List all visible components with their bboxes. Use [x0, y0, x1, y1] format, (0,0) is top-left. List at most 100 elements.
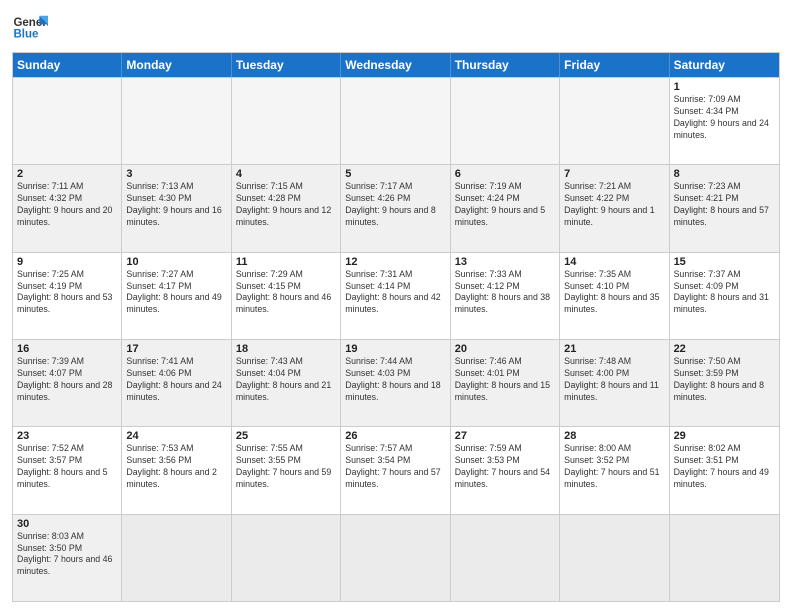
empty-cell: [122, 515, 231, 601]
day-info: Sunrise: 7:19 AM Sunset: 4:24 PM Dayligh…: [455, 181, 555, 229]
day-header-sunday: Sunday: [13, 53, 122, 77]
calendar-header: SundayMondayTuesdayWednesdayThursdayFrid…: [13, 53, 779, 77]
day-cell-11: 11Sunrise: 7:29 AM Sunset: 4:15 PM Dayli…: [232, 253, 341, 339]
day-header-monday: Monday: [122, 53, 231, 77]
day-info: Sunrise: 7:44 AM Sunset: 4:03 PM Dayligh…: [345, 356, 445, 404]
day-info: Sunrise: 7:29 AM Sunset: 4:15 PM Dayligh…: [236, 269, 336, 317]
day-cell-18: 18Sunrise: 7:43 AM Sunset: 4:04 PM Dayli…: [232, 340, 341, 426]
day-cell-14: 14Sunrise: 7:35 AM Sunset: 4:10 PM Dayli…: [560, 253, 669, 339]
empty-cell: [232, 515, 341, 601]
calendar-row-2: 9Sunrise: 7:25 AM Sunset: 4:19 PM Daylig…: [13, 252, 779, 339]
day-cell-2: 2Sunrise: 7:11 AM Sunset: 4:32 PM Daylig…: [13, 165, 122, 251]
empty-cell: [232, 78, 341, 164]
day-number: 21: [564, 343, 664, 355]
day-cell-21: 21Sunrise: 7:48 AM Sunset: 4:00 PM Dayli…: [560, 340, 669, 426]
day-cell-7: 7Sunrise: 7:21 AM Sunset: 4:22 PM Daylig…: [560, 165, 669, 251]
empty-cell: [341, 78, 450, 164]
day-number: 1: [674, 81, 775, 93]
day-info: Sunrise: 7:11 AM Sunset: 4:32 PM Dayligh…: [17, 181, 117, 229]
day-info: Sunrise: 7:48 AM Sunset: 4:00 PM Dayligh…: [564, 356, 664, 404]
day-info: Sunrise: 7:17 AM Sunset: 4:26 PM Dayligh…: [345, 181, 445, 229]
day-info: Sunrise: 7:15 AM Sunset: 4:28 PM Dayligh…: [236, 181, 336, 229]
day-number: 29: [674, 430, 775, 442]
day-info: Sunrise: 7:31 AM Sunset: 4:14 PM Dayligh…: [345, 269, 445, 317]
day-header-tuesday: Tuesday: [232, 53, 341, 77]
day-number: 9: [17, 256, 117, 268]
empty-cell: [560, 515, 669, 601]
day-cell-15: 15Sunrise: 7:37 AM Sunset: 4:09 PM Dayli…: [670, 253, 779, 339]
day-number: 4: [236, 168, 336, 180]
day-cell-19: 19Sunrise: 7:44 AM Sunset: 4:03 PM Dayli…: [341, 340, 450, 426]
empty-cell: [560, 78, 669, 164]
day-cell-22: 22Sunrise: 7:50 AM Sunset: 3:59 PM Dayli…: [670, 340, 779, 426]
day-cell-30: 30Sunrise: 8:03 AM Sunset: 3:50 PM Dayli…: [13, 515, 122, 601]
calendar-row-4: 23Sunrise: 7:52 AM Sunset: 3:57 PM Dayli…: [13, 426, 779, 513]
day-info: Sunrise: 8:00 AM Sunset: 3:52 PM Dayligh…: [564, 443, 664, 491]
calendar-row-3: 16Sunrise: 7:39 AM Sunset: 4:07 PM Dayli…: [13, 339, 779, 426]
day-number: 15: [674, 256, 775, 268]
day-number: 28: [564, 430, 664, 442]
svg-text:Blue: Blue: [13, 28, 39, 40]
day-info: Sunrise: 7:37 AM Sunset: 4:09 PM Dayligh…: [674, 269, 775, 317]
day-info: Sunrise: 7:27 AM Sunset: 4:17 PM Dayligh…: [126, 269, 226, 317]
day-info: Sunrise: 7:53 AM Sunset: 3:56 PM Dayligh…: [126, 443, 226, 491]
day-info: Sunrise: 7:55 AM Sunset: 3:55 PM Dayligh…: [236, 443, 336, 491]
day-number: 22: [674, 343, 775, 355]
day-number: 16: [17, 343, 117, 355]
day-cell-24: 24Sunrise: 7:53 AM Sunset: 3:56 PM Dayli…: [122, 427, 231, 513]
day-number: 3: [126, 168, 226, 180]
day-info: Sunrise: 7:39 AM Sunset: 4:07 PM Dayligh…: [17, 356, 117, 404]
day-cell-6: 6Sunrise: 7:19 AM Sunset: 4:24 PM Daylig…: [451, 165, 560, 251]
day-info: Sunrise: 7:50 AM Sunset: 3:59 PM Dayligh…: [674, 356, 775, 404]
day-info: Sunrise: 7:21 AM Sunset: 4:22 PM Dayligh…: [564, 181, 664, 229]
day-cell-8: 8Sunrise: 7:23 AM Sunset: 4:21 PM Daylig…: [670, 165, 779, 251]
day-cell-16: 16Sunrise: 7:39 AM Sunset: 4:07 PM Dayli…: [13, 340, 122, 426]
day-cell-20: 20Sunrise: 7:46 AM Sunset: 4:01 PM Dayli…: [451, 340, 560, 426]
day-header-saturday: Saturday: [670, 53, 779, 77]
day-cell-9: 9Sunrise: 7:25 AM Sunset: 4:19 PM Daylig…: [13, 253, 122, 339]
day-cell-28: 28Sunrise: 8:00 AM Sunset: 3:52 PM Dayli…: [560, 427, 669, 513]
empty-cell: [451, 78, 560, 164]
day-info: Sunrise: 7:59 AM Sunset: 3:53 PM Dayligh…: [455, 443, 555, 491]
day-number: 17: [126, 343, 226, 355]
day-number: 25: [236, 430, 336, 442]
day-number: 24: [126, 430, 226, 442]
day-info: Sunrise: 7:41 AM Sunset: 4:06 PM Dayligh…: [126, 356, 226, 404]
day-cell-23: 23Sunrise: 7:52 AM Sunset: 3:57 PM Dayli…: [13, 427, 122, 513]
day-info: Sunrise: 7:09 AM Sunset: 4:34 PM Dayligh…: [674, 94, 775, 142]
empty-cell: [341, 515, 450, 601]
day-cell-25: 25Sunrise: 7:55 AM Sunset: 3:55 PM Dayli…: [232, 427, 341, 513]
day-number: 10: [126, 256, 226, 268]
day-info: Sunrise: 7:52 AM Sunset: 3:57 PM Dayligh…: [17, 443, 117, 491]
day-cell-5: 5Sunrise: 7:17 AM Sunset: 4:26 PM Daylig…: [341, 165, 450, 251]
day-info: Sunrise: 7:35 AM Sunset: 4:10 PM Dayligh…: [564, 269, 664, 317]
day-info: Sunrise: 7:13 AM Sunset: 4:30 PM Dayligh…: [126, 181, 226, 229]
day-number: 8: [674, 168, 775, 180]
day-header-wednesday: Wednesday: [341, 53, 450, 77]
empty-cell: [451, 515, 560, 601]
day-cell-3: 3Sunrise: 7:13 AM Sunset: 4:30 PM Daylig…: [122, 165, 231, 251]
calendar-row-5: 30Sunrise: 8:03 AM Sunset: 3:50 PM Dayli…: [13, 514, 779, 601]
calendar-row-1: 2Sunrise: 7:11 AM Sunset: 4:32 PM Daylig…: [13, 164, 779, 251]
day-cell-27: 27Sunrise: 7:59 AM Sunset: 3:53 PM Dayli…: [451, 427, 560, 513]
day-cell-17: 17Sunrise: 7:41 AM Sunset: 4:06 PM Dayli…: [122, 340, 231, 426]
day-cell-12: 12Sunrise: 7:31 AM Sunset: 4:14 PM Dayli…: [341, 253, 450, 339]
calendar-body: 1Sunrise: 7:09 AM Sunset: 4:34 PM Daylig…: [13, 77, 779, 601]
day-cell-10: 10Sunrise: 7:27 AM Sunset: 4:17 PM Dayli…: [122, 253, 231, 339]
day-number: 14: [564, 256, 664, 268]
day-cell-29: 29Sunrise: 8:02 AM Sunset: 3:51 PM Dayli…: [670, 427, 779, 513]
empty-cell: [13, 78, 122, 164]
day-number: 23: [17, 430, 117, 442]
empty-cell: [122, 78, 231, 164]
day-info: Sunrise: 8:02 AM Sunset: 3:51 PM Dayligh…: [674, 443, 775, 491]
logo: General Blue: [12, 10, 48, 46]
day-number: 19: [345, 343, 445, 355]
day-info: Sunrise: 7:23 AM Sunset: 4:21 PM Dayligh…: [674, 181, 775, 229]
day-info: Sunrise: 8:03 AM Sunset: 3:50 PM Dayligh…: [17, 531, 117, 579]
day-cell-13: 13Sunrise: 7:33 AM Sunset: 4:12 PM Dayli…: [451, 253, 560, 339]
day-info: Sunrise: 7:43 AM Sunset: 4:04 PM Dayligh…: [236, 356, 336, 404]
day-number: 13: [455, 256, 555, 268]
day-cell-1: 1Sunrise: 7:09 AM Sunset: 4:34 PM Daylig…: [670, 78, 779, 164]
day-number: 27: [455, 430, 555, 442]
calendar: SundayMondayTuesdayWednesdayThursdayFrid…: [12, 52, 780, 602]
